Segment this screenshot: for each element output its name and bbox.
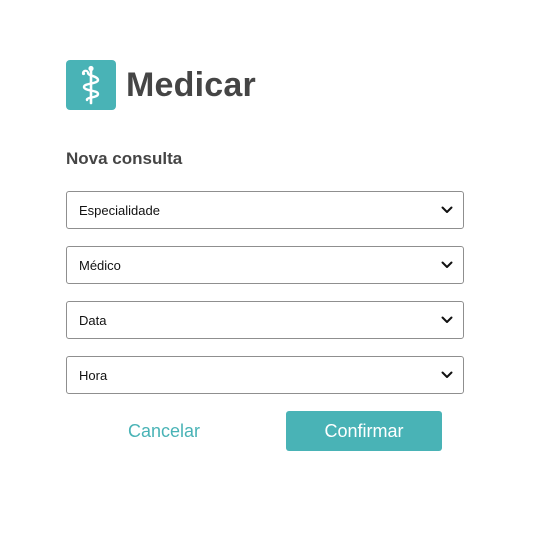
especialidade-select[interactable]: Especialidade xyxy=(66,191,464,229)
confirm-button[interactable]: Confirmar xyxy=(286,411,442,451)
cancel-button[interactable]: Cancelar xyxy=(86,411,242,451)
hora-select-value: Hora xyxy=(79,367,108,383)
brand-name: Medicar xyxy=(126,65,256,104)
chevron-down-icon xyxy=(441,371,453,378)
new-appointment-page: Medicar Nova consulta Especialidade Médi… xyxy=(0,0,545,537)
medico-select[interactable]: Médico xyxy=(66,246,464,284)
hora-select[interactable]: Hora xyxy=(66,356,464,394)
brand-header: Medicar xyxy=(66,60,256,110)
form-title: Nova consulta xyxy=(66,149,183,168)
chevron-down-icon xyxy=(441,261,453,268)
data-select[interactable]: Data xyxy=(66,301,464,339)
chevron-down-icon xyxy=(441,206,453,213)
chevron-down-icon xyxy=(441,316,453,323)
medico-select-value: Médico xyxy=(79,257,121,273)
especialidade-select-value: Especialidade xyxy=(79,202,160,218)
caduceus-icon xyxy=(81,65,100,105)
data-select-value: Data xyxy=(79,312,107,328)
logo xyxy=(66,60,116,110)
